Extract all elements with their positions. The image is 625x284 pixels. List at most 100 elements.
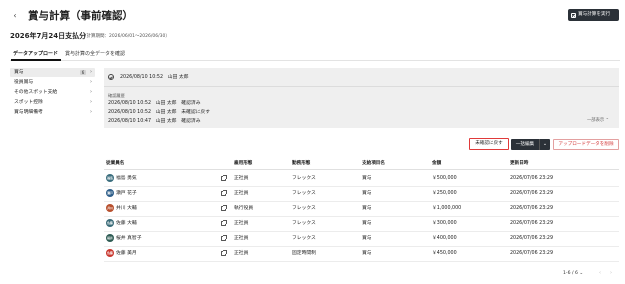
avatar: 瀬戸 xyxy=(106,189,114,197)
avatar: 佐藤 xyxy=(106,249,114,257)
sidebar-item-spot-deduction[interactable]: スポット控除 › xyxy=(10,98,95,107)
amount: ￥1,000,000 xyxy=(432,205,462,211)
page-title: 賞与計算（事前確認） xyxy=(28,10,133,22)
updated-at: 2026/07/06 23:29 xyxy=(510,250,553,256)
sidebar-item-label: 賞与明細備考 xyxy=(14,110,43,115)
chevron-right-icon: › xyxy=(90,89,92,95)
updated-at: 2026/07/06 23:29 xyxy=(510,205,553,211)
sidebar-item-label: その他スポット支給 xyxy=(14,90,58,95)
amount: ￥400,000 xyxy=(432,235,457,241)
work-style: フレックス xyxy=(292,205,316,211)
sidebar-item-other-spot-payment[interactable]: その他スポット支給 › xyxy=(10,88,95,97)
employment-type: 執行役員 xyxy=(234,205,254,211)
amount: ￥450,000 xyxy=(432,250,457,256)
sidebar-item-label: スポット控除 xyxy=(14,100,43,105)
execute-bonus-calculation-button[interactable]: 賞与計算を実行 xyxy=(568,9,619,21)
sidebar-item-label: 役員賞与 xyxy=(14,80,34,85)
payment-item: 賞与 xyxy=(362,235,372,241)
column-header-employee-name: 従業員名 xyxy=(106,161,125,166)
delete-upload-data-button[interactable]: アップロードデータを削除 xyxy=(553,139,619,150)
bulk-edit-button[interactable]: 一括編集 xyxy=(511,139,539,150)
chevron-left-icon: ‹ xyxy=(13,11,17,20)
employee-name[interactable]: 井川 大輔 xyxy=(116,205,137,212)
chevron-right-icon: › xyxy=(90,109,92,115)
external-link-icon[interactable] xyxy=(221,175,227,181)
tabs-divider xyxy=(10,60,620,61)
collapse-history-toggle[interactable]: 一部表示 ⌃ xyxy=(587,117,609,124)
history-entry: 2026/08/10 10:47 山田 太郎 確認済み xyxy=(108,119,201,124)
chevron-right-icon: › xyxy=(90,99,92,105)
row-divider xyxy=(104,186,619,187)
updated-at: 2026/07/06 23:29 xyxy=(510,220,553,226)
amount: ￥250,000 xyxy=(432,190,457,196)
next-page-button[interactable]: › xyxy=(610,270,612,277)
execute-button-label: 賞与計算を実行 xyxy=(578,12,611,17)
sidebar-item-bonus-statement-notes[interactable]: 賞与明細備考 › xyxy=(10,108,95,117)
employee-name[interactable]: 佐藤 美月 xyxy=(116,250,137,257)
employee-name[interactable]: 佐藤 大輔 xyxy=(116,220,137,227)
previous-page-button[interactable]: ‹ xyxy=(599,270,601,277)
employment-type: 正社員 xyxy=(234,175,249,181)
employee-name[interactable]: 桜井 真智子 xyxy=(116,235,142,242)
avatar: 井川 xyxy=(106,204,114,212)
tab-confirm-all-data[interactable]: 賞与計算の全データを確認 xyxy=(65,50,125,58)
row-divider xyxy=(104,216,619,217)
external-link-icon[interactable] xyxy=(221,220,227,226)
external-link-icon[interactable] xyxy=(221,205,227,211)
sidebar-item-executive-bonus[interactable]: 役員賞与 › xyxy=(10,78,95,87)
payment-item: 賞与 xyxy=(362,175,372,181)
revert-to-unconfirmed-button[interactable]: 未確認に戻す xyxy=(469,138,509,150)
count-badge: 6 xyxy=(80,69,86,76)
chevron-right-icon: › xyxy=(90,69,92,75)
employment-type: 正社員 xyxy=(234,235,249,241)
column-header-work-style: 勤務形態 xyxy=(292,161,311,166)
avatar: 桜井 xyxy=(106,234,114,242)
payment-item: 賞与 xyxy=(362,205,372,211)
bulk-edit-dropdown-button[interactable]: ⌄ xyxy=(539,139,550,150)
external-link-icon[interactable] xyxy=(221,250,227,256)
avatar: 福島 xyxy=(106,174,114,182)
calculation-period: （計算期間：2026/06/01〜2026/06/30） xyxy=(82,34,170,39)
payment-item: 賞与 xyxy=(362,190,372,196)
work-style: フレックス xyxy=(292,220,316,226)
row-divider xyxy=(104,231,619,232)
external-link-icon[interactable] xyxy=(221,190,227,196)
updated-at: 2026/07/06 23:29 xyxy=(510,235,553,241)
history-title: 確認履歴 xyxy=(108,93,125,98)
chevron-right-icon: › xyxy=(90,79,92,85)
history-entry: 2026/08/10 10:52 山田 太郎 未確認に戻す xyxy=(108,110,211,115)
amount: ￥300,000 xyxy=(432,220,457,226)
updated-at: 2026/07/06 23:29 xyxy=(510,175,553,181)
check-circle-icon xyxy=(108,74,114,80)
work-style: フレックス xyxy=(292,235,316,241)
row-divider xyxy=(104,201,619,202)
payment-item: 賞与 xyxy=(362,220,372,226)
column-header-payment-item: 支給項目名 xyxy=(362,161,385,166)
avatar: 佐藤 xyxy=(106,219,114,227)
table-header-divider xyxy=(104,169,619,170)
chevron-down-icon: ⌄ xyxy=(542,141,548,147)
row-divider xyxy=(104,246,619,247)
pagination-range[interactable]: 1-6 / 6 ⌄ xyxy=(563,270,583,277)
chevron-right-icon: › xyxy=(610,270,612,276)
updated-at: 2026/07/06 23:29 xyxy=(510,190,553,196)
sidebar-item-label: 賞与 xyxy=(14,70,24,75)
checkbox-icon xyxy=(571,12,576,18)
history-entry: 2026/08/10 10:52 山田 太郎 確認済み xyxy=(108,101,201,106)
column-header-updated-at: 更新日時 xyxy=(510,161,529,166)
payment-date-title: 2026年7月24日支払分 xyxy=(10,32,87,40)
external-link-icon[interactable] xyxy=(221,235,227,241)
work-style: 固定時間制 xyxy=(292,250,316,256)
active-tab-indicator xyxy=(11,59,61,61)
back-button[interactable]: ‹ xyxy=(10,11,20,21)
sidebar-item-bonus[interactable]: 賞与 6 › xyxy=(10,68,95,77)
row-divider xyxy=(104,261,619,262)
employee-name[interactable]: 瀬戸 花子 xyxy=(116,190,137,197)
payment-item: 賞与 xyxy=(362,250,372,256)
work-style: フレックス xyxy=(292,190,316,196)
chevron-left-icon: ‹ xyxy=(599,270,601,276)
employee-name[interactable]: 福島 勇気 xyxy=(116,175,137,182)
work-style: フレックス xyxy=(292,175,316,181)
employment-type: 正社員 xyxy=(234,250,249,256)
tab-data-upload[interactable]: データアップロード xyxy=(13,50,58,58)
